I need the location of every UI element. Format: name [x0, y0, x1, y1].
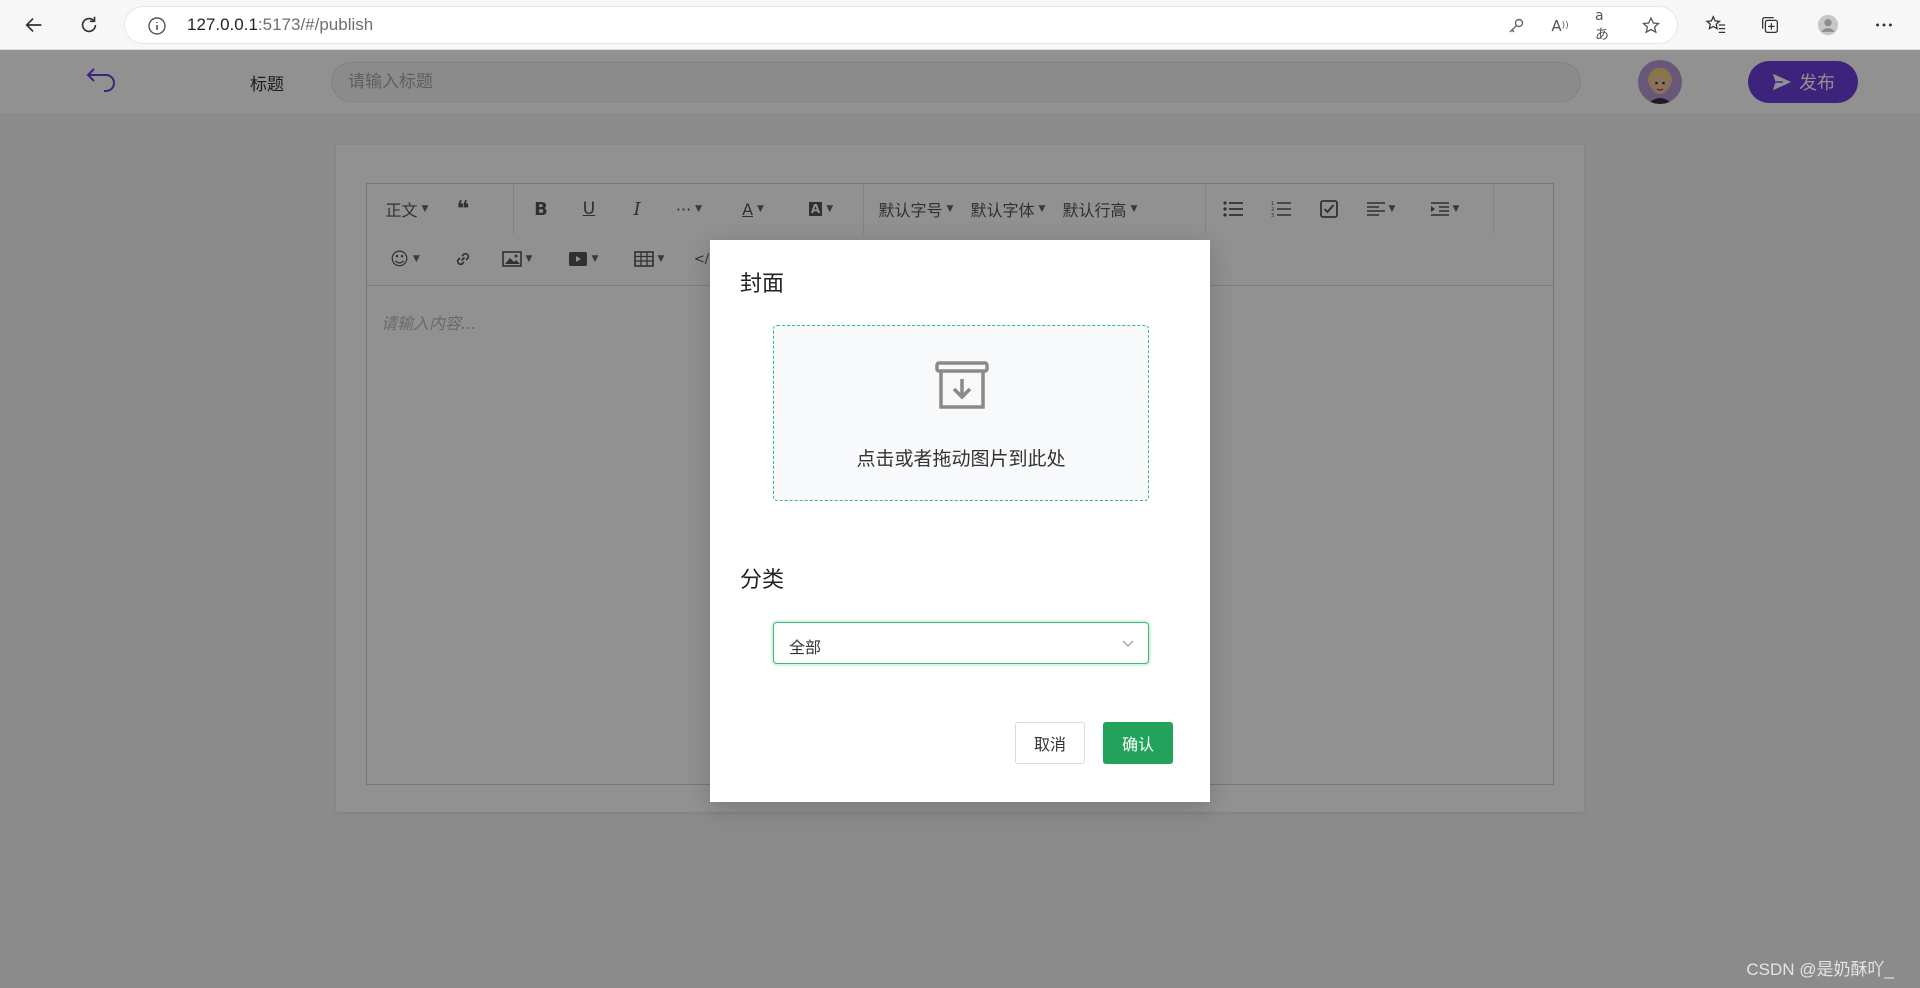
- key-icon[interactable]: [1505, 15, 1527, 37]
- publish-dialog: 封面 点击或者拖动图片到此处 分类 全部 取消 确认: [710, 240, 1210, 802]
- add-favorite-icon[interactable]: [1640, 15, 1662, 37]
- category-heading: 分类: [740, 568, 785, 593]
- cover-heading: 封面: [740, 272, 785, 297]
- address-bar[interactable]: 127.0.0.1:5173/#/publish A)) aあ: [124, 6, 1678, 44]
- confirm-button[interactable]: 确认: [1103, 722, 1173, 764]
- profile-icon: [1817, 14, 1839, 36]
- browser-back-button[interactable]: [18, 9, 50, 41]
- favorites-icon: [1705, 15, 1726, 33]
- chevron-down-icon: [1122, 640, 1134, 648]
- browser-refresh-button[interactable]: [73, 9, 105, 41]
- cancel-button[interactable]: 取消: [1015, 722, 1085, 764]
- collections-button[interactable]: [1754, 9, 1786, 41]
- browser-menu-button[interactable]: [1868, 9, 1900, 41]
- collections-icon: [1762, 17, 1778, 33]
- arrow-left-icon: [25, 17, 42, 33]
- upload-hint: 点击或者拖动图片到此处: [856, 448, 1066, 470]
- profile-button[interactable]: [1812, 9, 1844, 41]
- url-path: :5173/#/publish: [257, 15, 374, 34]
- read-aloud-icon[interactable]: A)): [1549, 15, 1571, 37]
- cover-upload-area[interactable]: 点击或者拖动图片到此处: [773, 325, 1149, 501]
- more-horizontal-icon: [1876, 23, 1892, 27]
- category-select[interactable]: 全部: [773, 622, 1149, 664]
- url-text[interactable]: 127.0.0.1:5173/#/publish: [187, 15, 373, 35]
- url-host: 127.0.0.1: [187, 15, 258, 34]
- browser-toolbar: 127.0.0.1:5173/#/publish A)) aあ: [0, 0, 1920, 50]
- inbox-download-icon: [935, 361, 989, 409]
- watermark: CSDN @是奶酥吖_: [1746, 960, 1894, 979]
- info-icon[interactable]: [147, 16, 167, 36]
- favorites-button[interactable]: [1700, 9, 1732, 41]
- category-value: 全部: [789, 638, 822, 657]
- refresh-icon: [81, 16, 97, 33]
- translate-icon[interactable]: aあ: [1595, 8, 1617, 43]
